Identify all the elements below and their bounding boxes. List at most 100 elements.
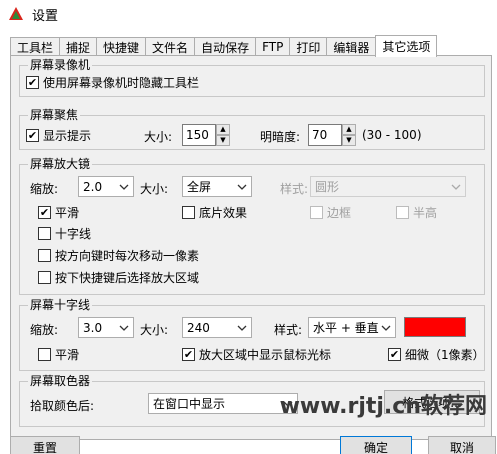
tab-filename[interactable]: 文件名 xyxy=(145,37,195,56)
focus-size-label: 大小: xyxy=(144,130,173,144)
crosshair-style-value: 水平 + 垂直 xyxy=(313,321,379,335)
checkmark-icon: ✔ xyxy=(389,347,400,361)
reset-button[interactable]: 重置 xyxy=(10,436,80,454)
select-region-label: 按下快捷键后选择放大区域 xyxy=(55,270,200,285)
group-title-magnifier: 屏幕放大镜 xyxy=(28,157,93,171)
select-region-option[interactable]: 按下快捷键后选择放大区域 xyxy=(38,267,199,287)
magnifier-style-select[interactable]: 圆形 xyxy=(310,176,466,197)
tab-ftp[interactable]: FTP xyxy=(255,37,290,56)
border-checkbox[interactable] xyxy=(310,205,323,219)
tab-editor[interactable]: 编辑器 xyxy=(326,37,376,56)
thin-line-checkbox[interactable]: ✔ xyxy=(388,347,401,361)
crosshair-color-swatch[interactable] xyxy=(404,317,466,337)
negative-effect-checkbox[interactable] xyxy=(182,205,195,219)
magnifier-smooth-option[interactable]: ✔ 平滑 xyxy=(38,202,79,222)
crosshair-style-label: 样式: xyxy=(274,323,303,337)
tab-toolbar[interactable]: 工具栏 xyxy=(10,37,60,56)
tab-other-options[interactable]: 其它选项 xyxy=(375,35,438,57)
ok-button[interactable]: 确定 xyxy=(340,436,412,454)
tab-capture[interactable]: 捕捉 xyxy=(59,37,97,56)
group-screen-crosshair: 屏幕十字线 缩放: 3.0 大小: 240 样式: 水平 + 垂直 平滑 ✔ 放… xyxy=(19,298,485,371)
chevron-down-icon xyxy=(237,184,247,190)
negative-effect-option[interactable]: 底片效果 xyxy=(182,202,247,222)
half-height-checkbox[interactable] xyxy=(396,205,409,219)
crosshair-label: 十字线 xyxy=(55,226,92,241)
thin-line-label: 细微（1像素） xyxy=(405,347,485,362)
crosshair-smooth-label: 平滑 xyxy=(55,347,80,362)
magnifier-smooth-label: 平滑 xyxy=(55,205,80,220)
checkmark-icon: ✔ xyxy=(183,347,194,361)
thin-line-option[interactable]: ✔ 细微（1像素） xyxy=(388,344,485,364)
tab-autosave[interactable]: 自动保存 xyxy=(194,37,256,56)
crosshair-style-select[interactable]: 水平 + 垂直 xyxy=(308,317,396,338)
show-cursor-checkbox[interactable]: ✔ xyxy=(182,347,195,361)
magnifier-size-select[interactable]: 全屏 xyxy=(182,176,252,197)
spin-down-icon[interactable]: ▼ xyxy=(216,135,230,146)
spin-down-icon[interactable]: ▼ xyxy=(342,135,356,146)
border-label: 边框 xyxy=(327,205,352,220)
picker-after-value: 在窗口中显示 xyxy=(153,397,226,411)
crosshair-zoom-value: 3.0 xyxy=(83,320,103,335)
checkmark-icon: ✔ xyxy=(39,205,50,219)
brightness-spinner[interactable]: ▲ ▼ xyxy=(342,124,356,146)
brightness-range: (30 - 100) xyxy=(362,128,422,142)
spin-up-icon[interactable]: ▲ xyxy=(342,124,356,135)
crosshair-size-label: 大小: xyxy=(140,323,169,337)
show-hint-option[interactable]: ✔ 显示提示 xyxy=(26,125,91,145)
picker-after-select[interactable]: 在窗口中显示 xyxy=(148,393,298,414)
cancel-button[interactable]: 取消 xyxy=(428,436,496,454)
site-watermark: www.rjtj.cn软荐网 xyxy=(279,394,487,419)
magnifier-style-label: 样式: xyxy=(280,182,309,196)
checkmark-icon: ✔ xyxy=(27,128,38,142)
border-option[interactable]: 边框 xyxy=(310,202,351,222)
magnifier-size-label: 大小: xyxy=(140,182,169,196)
show-cursor-option[interactable]: ✔ 放大区域中显示鼠标光标 xyxy=(182,344,331,364)
tab-strip: 工具栏 捕捉 快捷键 文件名 自动保存 FTP 打印 编辑器 其它选项 xyxy=(10,35,438,57)
group-screen-focus: 屏幕聚焦 ✔ 显示提示 大小: 150 ▲ ▼ 明暗度: 70 ▲ ▼ (30 … xyxy=(19,108,485,150)
group-title-crosshair: 屏幕十字线 xyxy=(28,298,93,312)
magnifier-zoom-value: 2.0 xyxy=(83,179,103,194)
magnifier-style-value: 圆形 xyxy=(315,180,340,194)
group-title-picker: 屏幕取色器 xyxy=(28,374,93,388)
show-hint-checkbox[interactable]: ✔ xyxy=(26,128,39,142)
half-height-label: 半高 xyxy=(413,205,438,220)
show-cursor-label: 放大区域中显示鼠标光标 xyxy=(199,347,332,362)
arrow-move-checkbox[interactable] xyxy=(38,248,51,262)
crosshair-size-value: 240 xyxy=(187,320,210,335)
select-region-checkbox[interactable] xyxy=(38,270,51,284)
magnifier-zoom-select[interactable]: 2.0 xyxy=(78,176,134,197)
crosshair-checkbox[interactable] xyxy=(38,226,51,240)
crosshair-size-select[interactable]: 240 xyxy=(182,317,252,338)
group-title-recorder: 屏幕录像机 xyxy=(28,58,93,72)
focus-size-spinner[interactable]: ▲ ▼ xyxy=(216,124,230,146)
app-logo-icon xyxy=(9,7,23,20)
arrow-move-label: 按方向键时每次移动一像素 xyxy=(55,248,200,263)
hide-toolbar-label: 使用屏幕录像机时隐藏工具栏 xyxy=(43,75,200,90)
crosshair-smooth-option[interactable]: 平滑 xyxy=(38,344,79,364)
chevron-down-icon xyxy=(381,325,391,331)
title-bar: 设置 xyxy=(0,0,497,28)
options-panel: 屏幕录像机 ✔ 使用屏幕录像机时隐藏工具栏 屏幕聚焦 ✔ 显示提示 大小: 15… xyxy=(10,55,492,440)
tab-hotkeys[interactable]: 快捷键 xyxy=(96,37,146,56)
spin-up-icon[interactable]: ▲ xyxy=(216,124,230,135)
magnifier-smooth-checkbox[interactable]: ✔ xyxy=(38,205,51,219)
crosshair-zoom-select[interactable]: 3.0 xyxy=(78,317,134,338)
chevron-down-icon xyxy=(119,184,129,190)
chevron-down-icon xyxy=(237,325,247,331)
crosshair-option[interactable]: 十字线 xyxy=(38,223,91,243)
hide-toolbar-checkbox[interactable]: ✔ xyxy=(26,75,39,89)
magnifier-size-value: 全屏 xyxy=(187,180,212,194)
half-height-option[interactable]: 半高 xyxy=(396,202,437,222)
hide-toolbar-option[interactable]: ✔ 使用屏幕录像机时隐藏工具栏 xyxy=(26,72,199,92)
brightness-input[interactable]: 70 xyxy=(308,124,342,146)
crosshair-zoom-label: 缩放: xyxy=(30,323,59,337)
focus-size-input[interactable]: 150 xyxy=(182,124,216,146)
group-screen-recorder: 屏幕录像机 ✔ 使用屏幕录像机时隐藏工具栏 xyxy=(19,58,485,97)
magnifier-zoom-label: 缩放: xyxy=(30,182,59,196)
crosshair-smooth-checkbox[interactable] xyxy=(38,347,51,361)
checkmark-icon: ✔ xyxy=(27,75,38,89)
group-title-focus: 屏幕聚焦 xyxy=(28,108,81,122)
tab-print[interactable]: 打印 xyxy=(289,37,327,56)
arrow-move-option[interactable]: 按方向键时每次移动一像素 xyxy=(38,245,199,265)
negative-effect-label: 底片效果 xyxy=(199,205,248,220)
